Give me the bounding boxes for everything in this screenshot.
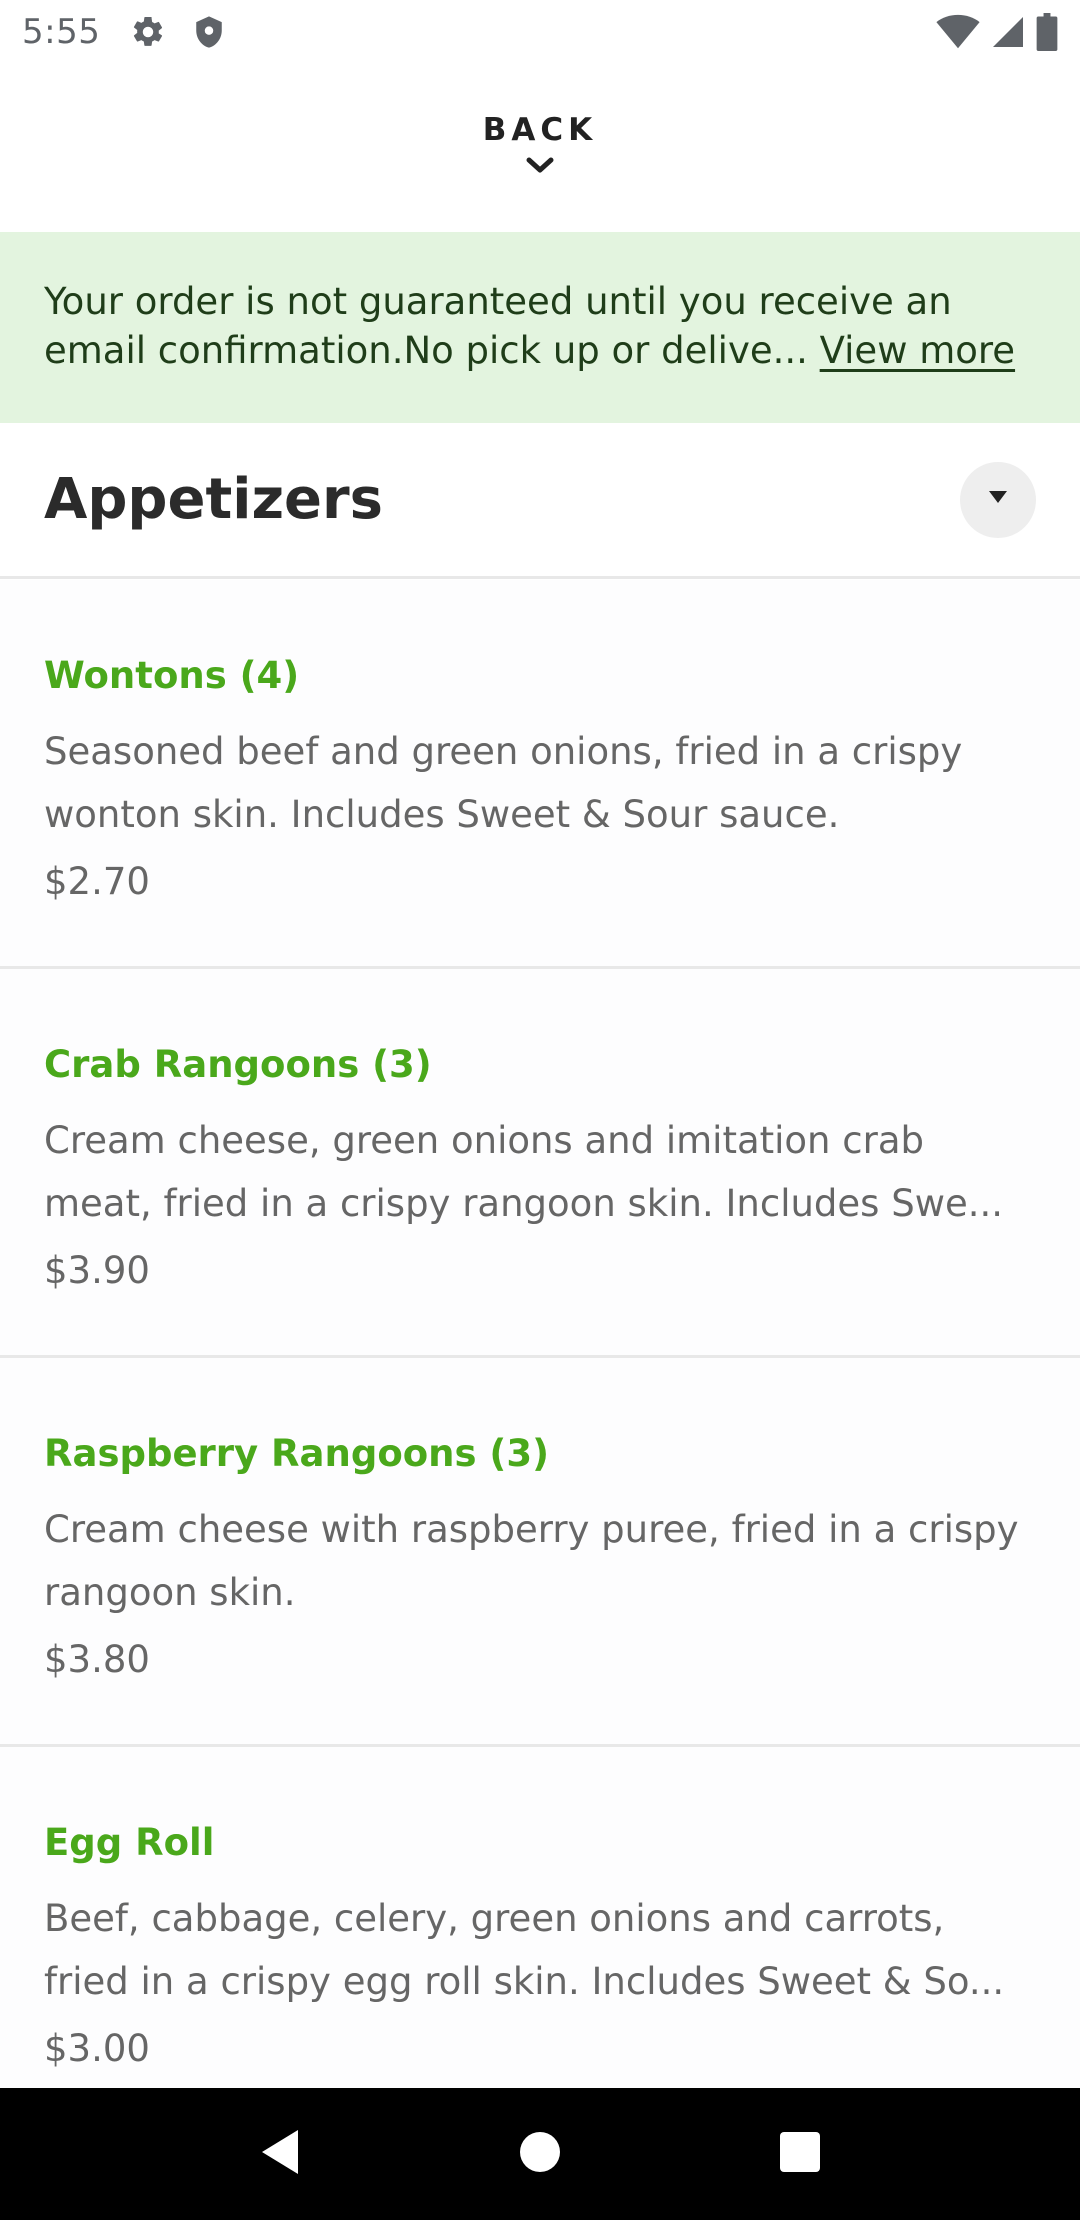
menu-item-price: $3.80: [44, 1638, 150, 1681]
menu-item-name: Crab Rangoons (3): [44, 1043, 432, 1086]
collapse-category-button[interactable]: [960, 461, 1036, 538]
menu-item-description: Seasoned beef and green onions, fried in…: [44, 730, 963, 836]
menu-item-list: Wontons (4) Seasoned beef and green onio…: [0, 580, 1080, 2136]
system-navigation-bar: [0, 2088, 1080, 2220]
triangle-back-icon: [258, 2128, 302, 2181]
circle-home-icon: [519, 2131, 561, 2178]
cell-signal-icon: [990, 14, 1026, 50]
category-title: Appetizers: [44, 467, 383, 532]
notice-text: Your order is not guaranteed until you r…: [44, 280, 952, 372]
view-more-link[interactable]: View more: [820, 329, 1015, 372]
menu-item[interactable]: Crab Rangoons (3) Cream cheese, green on…: [0, 969, 1080, 1358]
settings-icon: [130, 14, 166, 50]
menu-item-name: Raspberry Rangoons (3): [44, 1432, 549, 1475]
battery-icon: [1036, 13, 1058, 51]
caret-down-icon: [988, 490, 1008, 509]
menu-item-price: $3.90: [44, 1249, 150, 1292]
back-button[interactable]: BACK: [0, 64, 1080, 232]
nav-back-button[interactable]: [230, 2104, 330, 2204]
menu-item-description: Cream cheese, green onions and imitation…: [44, 1119, 1004, 1225]
nav-recents-button[interactable]: [750, 2104, 850, 2204]
shield-icon: [192, 14, 226, 50]
menu-item-name: Egg Roll: [44, 1821, 215, 1864]
status-time: 5:55: [22, 12, 101, 52]
wifi-icon: [936, 14, 980, 50]
back-label: BACK: [482, 112, 598, 148]
menu-item-name: Wontons (4): [44, 654, 300, 697]
chevron-down-icon: [525, 156, 555, 181]
nav-home-button[interactable]: [490, 2104, 590, 2204]
square-recents-icon: [779, 2131, 821, 2178]
menu-item[interactable]: Raspberry Rangoons (3) Cream cheese with…: [0, 1358, 1080, 1747]
menu-item[interactable]: Egg Roll Beef, cabbage, celery, green on…: [0, 1747, 1080, 2136]
menu-item-description: Beef, cabbage, celery, green onions and …: [44, 1897, 1005, 2003]
status-bar: 5:55: [0, 0, 1080, 64]
menu-item[interactable]: Wontons (4) Seasoned beef and green onio…: [0, 580, 1080, 969]
menu-item-price: $3.00: [44, 2027, 150, 2070]
menu-item-price: $2.70: [44, 860, 150, 903]
category-header: Appetizers: [0, 423, 1080, 579]
order-notice-banner: Your order is not guaranteed until you r…: [0, 232, 1080, 423]
menu-item-description: Cream cheese with raspberry puree, fried…: [44, 1508, 1019, 1614]
